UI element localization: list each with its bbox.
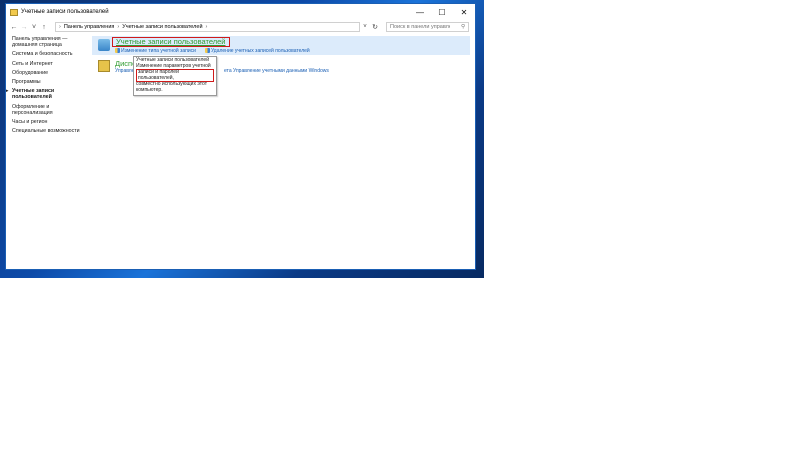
refresh-button[interactable]: ↻ xyxy=(370,22,380,32)
shield-icon xyxy=(205,48,210,54)
address-dropdown-icon[interactable]: ˅ xyxy=(360,22,370,32)
shield-icon xyxy=(115,48,120,54)
breadcrumb-separator[interactable]: › xyxy=(117,24,119,30)
link-manage-web-credentials-tail[interactable]: ета xyxy=(224,68,232,74)
link-change-account-type-wrapper[interactable]: Изменение типа учетной записи xyxy=(115,48,196,54)
breadcrumb-separator[interactable]: › xyxy=(206,24,208,30)
link-manage-windows-credentials[interactable]: Управление учетными данными Windows xyxy=(233,68,329,74)
link-manage-web-credentials[interactable]: Управле xyxy=(115,68,134,74)
link-remove-accounts-wrapper[interactable]: Удаление учетных записей пользователей xyxy=(205,48,310,54)
window-title: Учетные записи пользователей xyxy=(21,9,109,15)
sidebar-item-accessibility[interactable]: Специальные возможности xyxy=(12,128,87,134)
forward-button[interactable]: → xyxy=(19,24,29,31)
users-icon xyxy=(98,39,110,51)
credential-manager-icon xyxy=(98,60,110,72)
minimize-button[interactable]: — xyxy=(409,4,431,20)
link-remove-accounts[interactable]: Удаление учетных записей пользователей xyxy=(211,48,310,54)
sidebar-item-home[interactable]: Панель управления — домашняя страница xyxy=(12,36,87,48)
category-user-accounts: Учетные записи пользователей Изменение т… xyxy=(92,36,470,55)
search-box[interactable]: ⚲ xyxy=(386,22,469,32)
back-button[interactable]: ← xyxy=(9,24,19,31)
sidebar-item-system-security[interactable]: Система и безопасность xyxy=(12,51,87,57)
address-bar[interactable]: › Панель управления › Учетные записи пол… xyxy=(55,22,360,32)
breadcrumb-separator: › xyxy=(59,24,61,30)
search-icon[interactable]: ⚲ xyxy=(461,24,465,30)
sidebar: Панель управления — домашняя страница Си… xyxy=(6,36,87,137)
sidebar-item-user-accounts[interactable]: Учетные записи пользователей xyxy=(6,88,87,100)
category-title-user-accounts[interactable]: Учетные записи пользователей xyxy=(112,37,230,47)
sidebar-item-hardware[interactable]: Оборудование xyxy=(12,70,87,76)
sidebar-item-programs[interactable]: Программы xyxy=(12,79,87,85)
folder-icon xyxy=(10,8,18,16)
search-input[interactable] xyxy=(390,24,450,30)
tooltip-line: компьютер. xyxy=(136,86,163,93)
sidebar-item-appearance[interactable]: Оформление и персонализация xyxy=(12,104,87,116)
breadcrumb-control-panel[interactable]: Панель управления xyxy=(64,24,115,30)
breadcrumb-user-accounts[interactable]: Учетные записи пользователей xyxy=(122,24,202,30)
recent-locations-button[interactable]: ˅ xyxy=(29,24,39,31)
title-bar: Учетные записи пользователей — ☐ ✕ xyxy=(6,4,475,20)
navigation-bar: ← → ˅ ↑ › Панель управления › Учетные за… xyxy=(6,20,475,34)
link-change-account-type[interactable]: Изменение типа учетной записи xyxy=(121,48,196,54)
maximize-button[interactable]: ☐ xyxy=(431,4,453,20)
sidebar-item-network[interactable]: Сеть и Интернет xyxy=(12,61,87,67)
tooltip: Учетные записи пользователей Изменение п… xyxy=(133,56,217,96)
close-button[interactable]: ✕ xyxy=(453,4,475,20)
up-button[interactable]: ↑ xyxy=(39,24,49,31)
sidebar-item-clock-region[interactable]: Часы и регион xyxy=(12,119,87,125)
